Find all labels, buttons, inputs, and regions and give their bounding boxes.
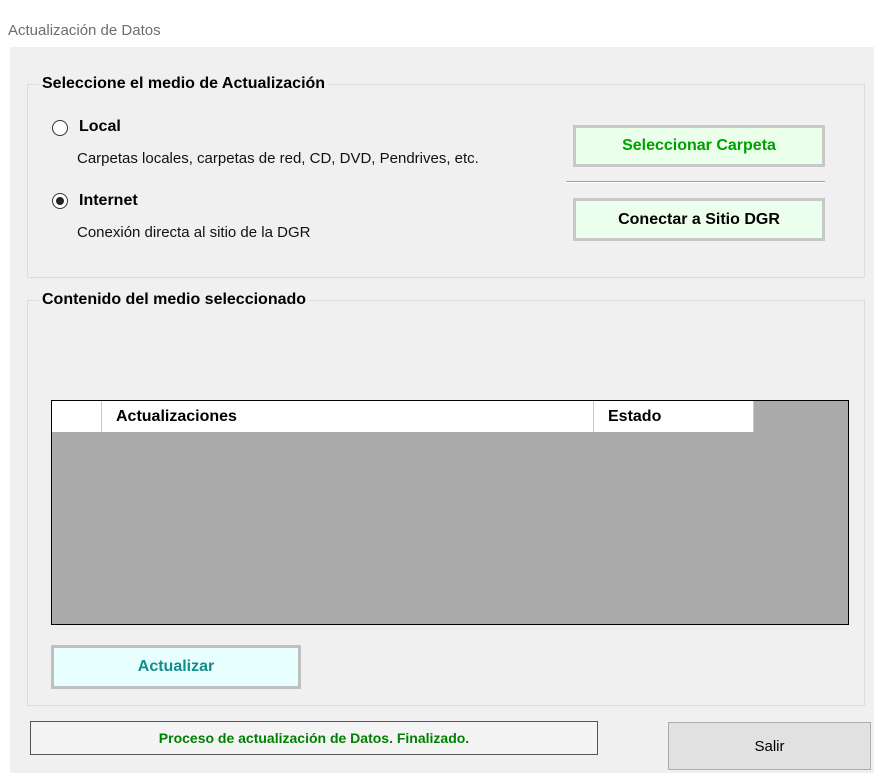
- internet-radio[interactable]: [52, 193, 68, 209]
- local-description: Carpetas locales, carpetas de red, CD, D…: [77, 150, 479, 167]
- column-header-estado[interactable]: Estado: [594, 401, 754, 432]
- internet-description: Conexión directa al sitio de la DGR: [77, 224, 311, 241]
- status-message: Proceso de actualización de Datos. Final…: [30, 721, 598, 755]
- medio-group-title: Seleccione el medio de Actualización: [39, 75, 329, 93]
- updates-grid[interactable]: Actualizaciones Estado: [51, 400, 849, 625]
- internet-radio-label[interactable]: Internet: [79, 192, 138, 210]
- update-button[interactable]: Actualizar: [51, 645, 301, 689]
- exit-button[interactable]: Salir: [668, 722, 871, 770]
- column-header-actualizaciones[interactable]: Actualizaciones: [102, 401, 594, 432]
- select-folder-button[interactable]: Seleccionar Carpeta: [573, 125, 825, 167]
- contenido-group-title: Contenido del medio seleccionado: [39, 291, 310, 309]
- dialog-client-area: Seleccione el medio de Actualización Loc…: [10, 47, 874, 773]
- grid-header: Actualizaciones Estado: [52, 401, 754, 432]
- row-header-corner: [52, 401, 102, 432]
- window-title: Actualización de Datos: [8, 22, 161, 39]
- radio-selected-dot: [56, 197, 64, 205]
- separator-highlight: [566, 182, 825, 183]
- local-radio[interactable]: [52, 120, 68, 136]
- connect-dgr-button[interactable]: Conectar a Sitio DGR: [573, 198, 825, 241]
- local-radio-label[interactable]: Local: [79, 118, 121, 136]
